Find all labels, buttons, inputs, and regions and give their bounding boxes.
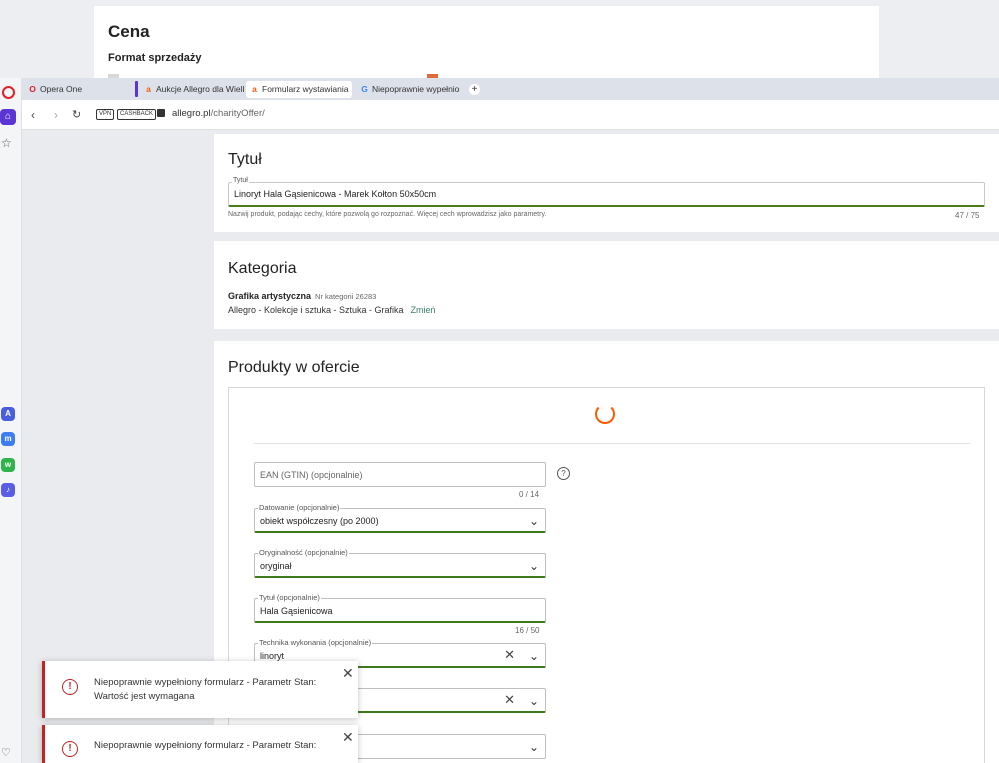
new-tab-button[interactable]: + (469, 84, 480, 95)
title-input[interactable]: Tytuł Linoryt Hala Gąsienicowa - Marek K… (228, 177, 985, 207)
loading-spinner-icon (595, 404, 615, 424)
help-icon[interactable]: ? (557, 467, 570, 480)
section-heading: Kategoria (228, 260, 297, 277)
category-name-text: Grafika artystyczna (228, 291, 312, 301)
tab-label: Formularz wystawiania (262, 84, 349, 94)
background-subheading: Format sprzedaży (108, 52, 202, 64)
tab-island-marker (135, 81, 138, 97)
field-label: Tytuł (opcjonalnie) (258, 593, 321, 602)
field-label: Technika wykonania (opcjonalnie) (258, 638, 373, 647)
error-toast: ! Niepoprawnie wypełniony formularz - Pa… (42, 661, 358, 718)
background-page: Cena Format sprzedaży (0, 0, 999, 78)
music-player-icon[interactable]: ♪ (1, 483, 15, 497)
opera-icon: O (29, 84, 36, 94)
back-icon[interactable]: ‹ (31, 108, 35, 122)
title-counter: 47 / 75 (955, 211, 980, 220)
category-number: Nr kategorii 26283 (315, 292, 377, 301)
tab-label: Opera One (40, 84, 83, 94)
field-value: Hala Gąsienicowa (260, 606, 333, 616)
ean-placeholder: EAN (GTIN) (opcjonalnie) (260, 470, 363, 480)
tab-bar: O Opera One a Aukcje Allegro dla Wielkie a… (22, 78, 999, 100)
section-heading: Produkty w ofercie (228, 359, 360, 376)
error-icon: ! (62, 741, 78, 757)
whatsapp-icon[interactable]: w (1, 458, 15, 472)
home-icon[interactable]: ⌂ (0, 109, 16, 125)
url-field[interactable]: allegro.pl/charityOffer/ (172, 108, 265, 119)
title-hint: Nazwij produkt, podając cechy, które poz… (228, 211, 547, 218)
chevron-down-icon[interactable]: ⌄ (529, 559, 539, 573)
category-path: Allegro - Kolekcje i sztuka - Sztuka - G… (228, 305, 436, 315)
google-icon: G (361, 84, 368, 94)
chevron-down-icon[interactable]: ⌄ (529, 694, 539, 708)
toast-message: Niepoprawnie wypełniony formularz - Para… (94, 677, 317, 702)
lock-icon[interactable] (157, 109, 165, 117)
category-path-text: Allegro - Kolekcje i sztuka - Sztuka - G… (228, 305, 404, 315)
reload-icon[interactable]: ↻ (72, 108, 81, 121)
clear-icon[interactable]: ✕ (504, 647, 515, 663)
category-name: Grafika artystyczna Nr kategorii 26283 (228, 291, 376, 301)
field-label: Oryginalność (opcjonalnie) (258, 548, 349, 557)
chevron-down-icon[interactable]: ⌄ (529, 649, 539, 663)
url-domain: allegro.pl (172, 108, 211, 119)
error-toast: ! Niepoprawnie wypełniony formularz - Pa… (42, 725, 358, 763)
field-value: obiekt współczesny (po 2000) (260, 516, 379, 526)
tab-form-active[interactable]: a Formularz wystawiania (246, 81, 352, 98)
chevron-down-icon[interactable]: ⌄ (529, 740, 539, 754)
originality-select[interactable]: Oryginalność (opcjonalnie) oryginał ⌄ (254, 548, 546, 578)
aria-icon[interactable]: A (1, 407, 15, 421)
field-label: Datowanie (opcjonalnie) (258, 503, 341, 512)
ean-counter: 0 / 14 (519, 490, 540, 499)
product-title-input[interactable]: Tytuł (opcjonalnie) Hala Gąsienicowa (254, 593, 546, 623)
address-bar: ‹ › ↻ VPN CASHBACK allegro.pl/charityOff… (22, 100, 999, 130)
url-path: /charityOffer/ (210, 108, 265, 119)
browser-sidebar: ⌂ ☆ A m w ♪ ♡ (0, 78, 22, 763)
field-value: linoryt (260, 651, 285, 661)
vpn-badge[interactable]: VPN (96, 109, 115, 120)
clear-icon[interactable]: ✕ (504, 692, 515, 708)
category-section: Kategoria Grafika artystyczna Nr kategori… (214, 241, 999, 329)
star-icon[interactable]: ☆ (1, 136, 12, 150)
tab-label: Niepoprawnie wypełniony (372, 84, 460, 94)
tab-google-search[interactable]: G Niepoprawnie wypełniony (356, 81, 460, 98)
ean-input[interactable]: EAN (GTIN) (opcjonalnie) (254, 462, 546, 487)
cashback-badge[interactable]: CASHBACK (117, 109, 157, 120)
close-icon[interactable]: ✕ (342, 665, 354, 682)
tab-label: Aukcje Allegro dla Wielkie (156, 84, 244, 94)
change-category-link[interactable]: Zmień (411, 305, 436, 315)
close-icon[interactable]: ✕ (342, 729, 354, 746)
divider (254, 443, 970, 444)
heart-icon[interactable]: ♡ (1, 746, 11, 759)
error-icon: ! (62, 679, 78, 695)
field-label: Tytuł (232, 177, 249, 184)
allegro-icon: a (146, 84, 151, 94)
toast-message: Niepoprawnie wypełniony formularz - Para… (94, 740, 317, 751)
tab-allegro-auctions[interactable]: a Aukcje Allegro dla Wielkie (140, 81, 244, 98)
dating-select[interactable]: Datowanie (opcjonalnie) obiekt współczes… (254, 503, 546, 533)
product-title-counter: 16 / 50 (515, 626, 540, 635)
background-heading: Cena (108, 22, 150, 41)
title-section: Tytuł Tytuł Linoryt Hala Gąsienicowa - M… (214, 134, 999, 232)
background-price-card: Cena Format sprzedaży (94, 6, 879, 78)
opera-logo-icon[interactable] (2, 86, 15, 99)
section-heading: Tytuł (228, 151, 262, 168)
messenger-icon[interactable]: m (1, 432, 15, 446)
field-value: oryginał (260, 561, 292, 571)
forward-icon[interactable]: › (54, 108, 58, 122)
tab-opera-one[interactable]: O Opera One (24, 81, 132, 98)
chevron-down-icon[interactable]: ⌄ (529, 514, 539, 528)
allegro-icon: a (252, 84, 257, 94)
field-value: Linoryt Hala Gąsienicowa - Marek Kołton … (234, 189, 437, 199)
